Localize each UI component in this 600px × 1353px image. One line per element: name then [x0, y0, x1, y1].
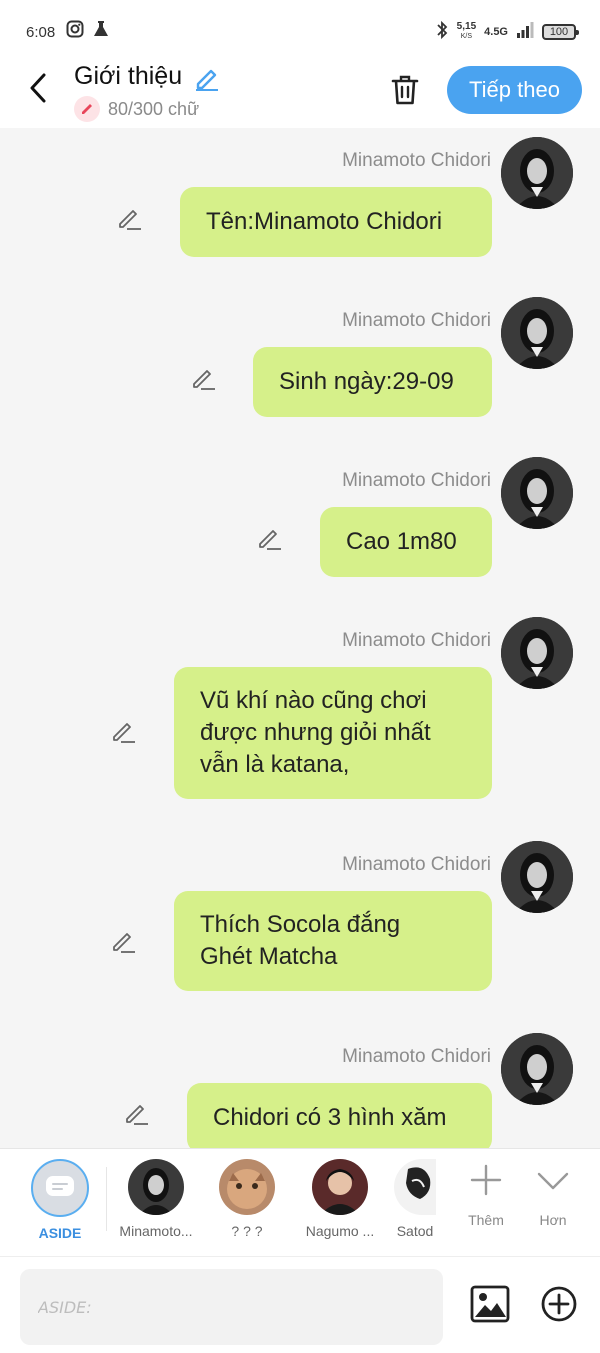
divider — [106, 1167, 107, 1231]
instagram-icon — [66, 20, 84, 43]
character-bar: ASIDE Minamoto... ? ? ? Nagumo ... Satod… — [0, 1148, 600, 1256]
message-text: Vũ khí nào cũng chơi được nhưng giỏi nhấ… — [200, 687, 431, 778]
message-bubble[interactable]: Chidori có 3 hình xăm — [187, 1083, 492, 1148]
message-sender: Minamoto Chidori — [342, 854, 491, 875]
add-label: Thêm — [468, 1212, 504, 1228]
add-character-button[interactable]: Thêm — [456, 1163, 516, 1228]
header: Giới thiệu 80/300 chữ Tiếp theo — [0, 62, 600, 128]
message-sender: Minamoto Chidori — [342, 310, 491, 331]
image-icon — [470, 1285, 510, 1323]
network-speed-value: 5,15 — [456, 21, 477, 32]
message-bubble[interactable]: Vũ khí nào cũng chơi được nhưng giỏi nhấ… — [174, 667, 492, 799]
page-title: Giới thiệu — [74, 62, 183, 90]
input-bar — [0, 1256, 600, 1353]
character-item[interactable]: Satod — [394, 1159, 436, 1239]
edit-message-icon[interactable] — [108, 716, 138, 746]
avatar[interactable] — [501, 137, 573, 209]
character-aside[interactable]: ASIDE — [28, 1159, 92, 1241]
character-item[interactable]: Minamoto... — [112, 1159, 200, 1239]
message-sender: Minamoto Chidori — [342, 1046, 491, 1067]
plus-circle-icon — [541, 1286, 577, 1322]
character-name: Satod — [396, 1223, 434, 1239]
avatar — [128, 1159, 184, 1215]
more-button[interactable]: Hơn — [523, 1163, 583, 1228]
chevron-left-icon — [30, 73, 46, 103]
message-sender: Minamoto Chidori — [342, 630, 491, 651]
pencil-icon — [74, 96, 100, 122]
message-bubble[interactable]: Thích Socola đắng Ghét Matcha — [174, 891, 492, 991]
edit-message-icon[interactable] — [114, 203, 144, 233]
avatar[interactable] — [501, 617, 573, 689]
edit-message-icon[interactable] — [108, 926, 138, 956]
message-text: Cao 1m80 — [346, 528, 457, 555]
back-button[interactable] — [20, 68, 56, 108]
char-counter: 80/300 chữ — [74, 96, 199, 122]
avatar — [394, 1159, 436, 1215]
next-button[interactable]: Tiếp theo — [447, 66, 582, 114]
avatar[interactable] — [501, 841, 573, 913]
avatar — [219, 1159, 275, 1215]
character-name: Minamoto... — [119, 1223, 193, 1239]
message-text: Thích Socola đắng Ghét Matcha — [200, 911, 401, 970]
edit-message-icon[interactable] — [121, 1098, 151, 1128]
avatar[interactable] — [501, 457, 573, 529]
avatar[interactable] — [501, 1033, 573, 1105]
message-list: Minamoto Chidori Tên:Minamoto Chidori Mi… — [0, 128, 600, 1148]
chevron-down-icon — [537, 1172, 569, 1190]
network-type: 4.5G — [484, 26, 508, 38]
avatar[interactable] — [501, 297, 573, 369]
character-name: Nagumo ... — [305, 1223, 375, 1239]
speech-bubble-icon — [46, 1176, 74, 1196]
edit-title-icon[interactable] — [193, 64, 221, 97]
insert-image-button[interactable] — [470, 1285, 510, 1323]
flask-icon — [92, 20, 110, 43]
edit-message-icon[interactable] — [188, 363, 218, 393]
edit-message-icon[interactable] — [254, 523, 284, 553]
add-button[interactable] — [540, 1285, 578, 1323]
trash-icon — [391, 75, 419, 105]
plus-icon — [470, 1164, 502, 1196]
aside-avatar — [31, 1159, 89, 1217]
status-indicators: 5,15 K/S 4.5G 100 — [435, 18, 579, 46]
bluetooth-icon — [435, 20, 449, 45]
character-name: ASIDE — [38, 1225, 82, 1241]
message-sender: Minamoto Chidori — [342, 150, 491, 171]
status-bar: 6:08 5,15 K/S 4.5G 100 — [0, 0, 600, 62]
char-count-text: 80/300 chữ — [108, 98, 200, 119]
message-text: Tên:Minamoto Chidori — [206, 208, 443, 235]
aside-input[interactable] — [20, 1269, 443, 1345]
character-name: ? ? ? — [231, 1223, 263, 1239]
battery-indicator: 100 — [542, 24, 579, 40]
character-item[interactable]: ? ? ? — [212, 1159, 282, 1239]
status-time: 6:08 — [26, 24, 56, 41]
network-speed: 5,15 K/S — [457, 22, 476, 42]
message-bubble[interactable]: Tên:Minamoto Chidori — [180, 187, 492, 257]
message-text: Sinh ngày:29-09 — [279, 368, 454, 395]
network-speed-unit: K/S — [460, 33, 473, 40]
signal-icon — [516, 21, 534, 44]
avatar — [312, 1159, 368, 1215]
delete-button[interactable] — [386, 70, 424, 110]
message-bubble[interactable]: Cao 1m80 — [320, 507, 492, 577]
message-sender: Minamoto Chidori — [342, 470, 491, 491]
message-bubble[interactable]: Sinh ngày:29-09 — [253, 347, 492, 417]
character-item[interactable]: Nagumo ... — [298, 1159, 382, 1239]
message-text: Chidori có 3 hình xăm — [213, 1104, 447, 1131]
more-label: Hơn — [539, 1212, 567, 1228]
